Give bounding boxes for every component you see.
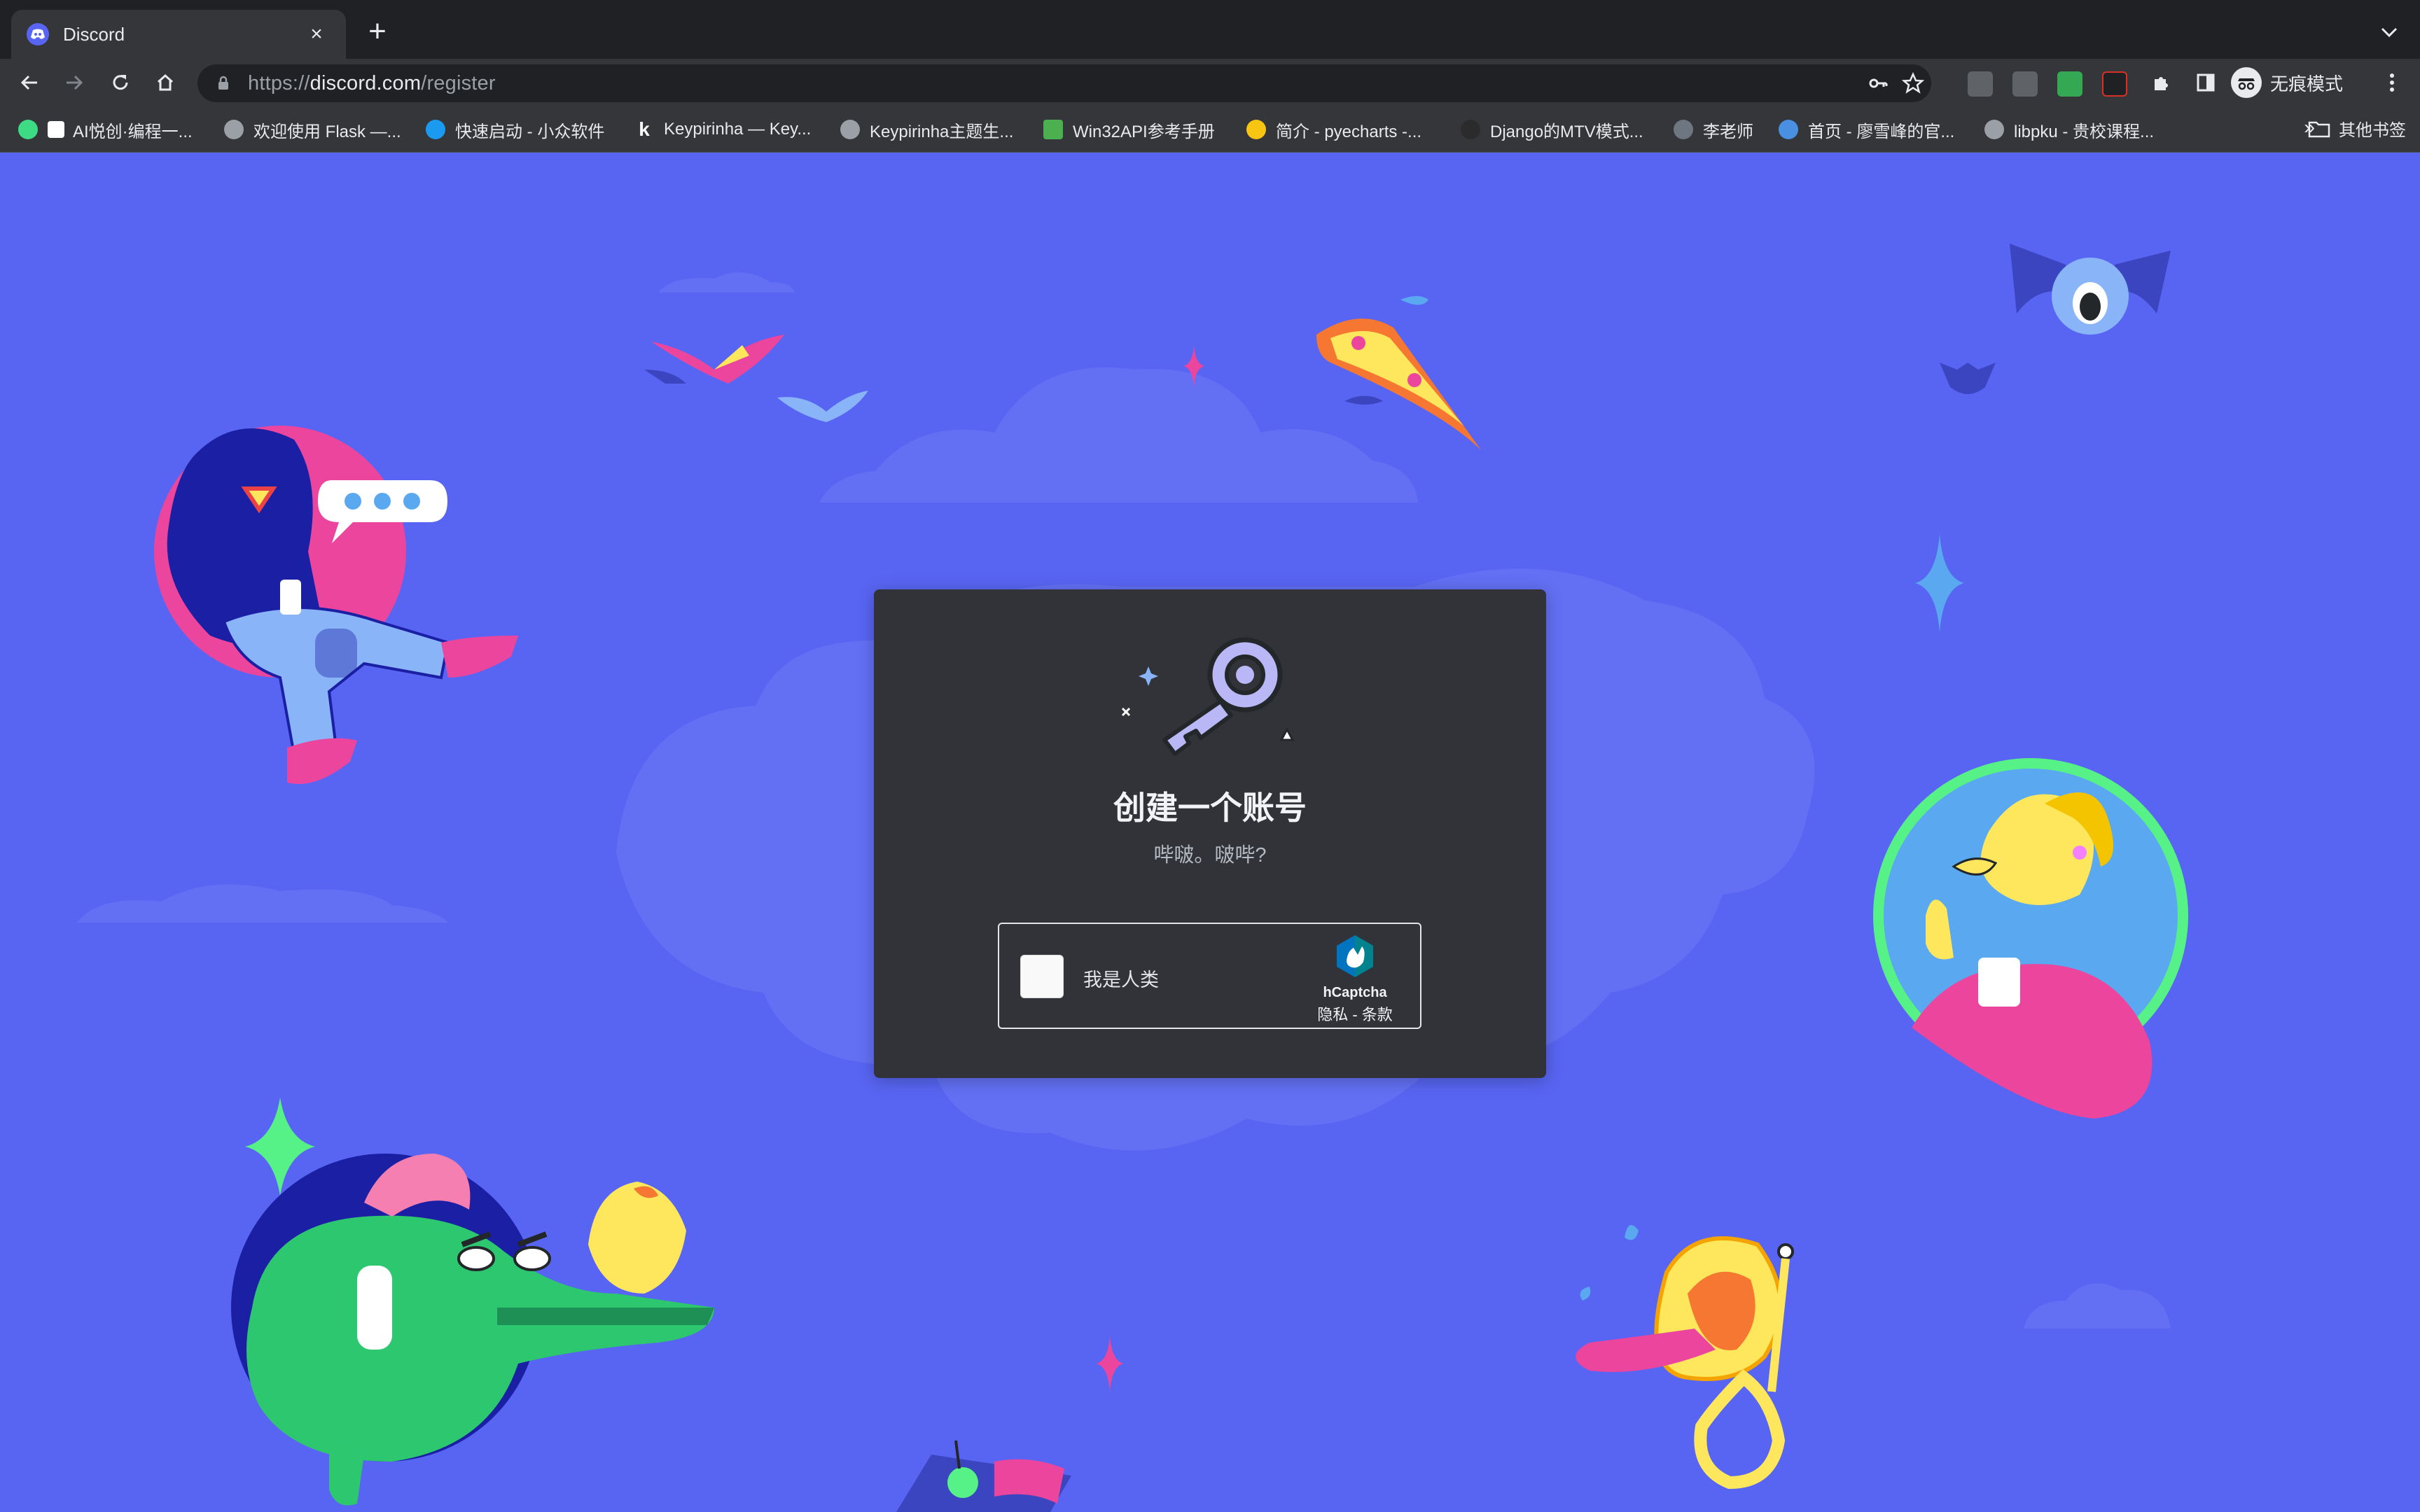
- tab-title: Discord: [63, 23, 125, 45]
- bookmark-item[interactable]: Keypirinha主题生...: [840, 116, 1013, 143]
- extension-camera-icon[interactable]: [2012, 71, 2038, 97]
- page-subtitle: 哔啵。啵哔?: [1153, 844, 1267, 867]
- radio-illustration: [896, 1440, 1071, 1512]
- singing-trumpet-illustration: [1576, 1225, 1794, 1490]
- pyecharts-icon: [1246, 120, 1266, 139]
- new-tab-button[interactable]: +: [360, 14, 395, 49]
- keypirinha-icon: k: [639, 118, 650, 140]
- hcaptcha-branding: hCaptcha 隐私 - 条款: [1302, 934, 1407, 1025]
- password-key-icon[interactable]: [1865, 71, 1891, 96]
- flying-bat-illustration: [2010, 244, 2171, 335]
- bookmark-item[interactable]: libpku - 贵校课程...: [1984, 116, 2154, 143]
- small-bat-icon: [1940, 363, 1996, 394]
- page-title: 创建一个账号: [1113, 790, 1307, 826]
- extension-ninja-icon[interactable]: [2102, 71, 2127, 97]
- bookmark-item[interactable]: AI悦创·编程一...: [18, 116, 193, 143]
- sparkle-icon: [1183, 345, 1204, 387]
- flying-books-illustration: [644, 335, 868, 422]
- hcaptcha-privacy-terms-links[interactable]: 隐私 - 条款: [1302, 1002, 1407, 1025]
- register-card: 创建一个账号 哔啵。啵哔? 我是人类 hCaptcha 隐私 - 条款: [874, 589, 1546, 1078]
- extensions-puzzle-icon[interactable]: [2144, 66, 2178, 99]
- girl-reading-phone-illustration: [154, 426, 518, 784]
- extension-on-icon[interactable]: [2057, 71, 2082, 97]
- bookmark-item[interactable]: k Keypirinha — Key...: [634, 116, 811, 143]
- sparkle-icon: [1915, 534, 1964, 632]
- folder-icon: [2308, 121, 2330, 137]
- globe-icon: [224, 120, 244, 139]
- browser-toolbar: https://discord.com/register 无痕模式: [0, 59, 2420, 106]
- key-icon: [1121, 637, 1295, 756]
- incognito-indicator[interactable]: 无痕模式: [2231, 67, 2343, 98]
- hcaptcha-brand-name: hCaptcha: [1323, 985, 1387, 1000]
- yellow-character-coffee-illustration: [1873, 758, 2188, 1119]
- win32-icon: [1043, 120, 1063, 139]
- browser-menu-icon[interactable]: [2379, 70, 2405, 95]
- paper-plane-icon: [1779, 120, 1798, 139]
- globe-icon: [1984, 120, 2004, 139]
- captcha-checkbox[interactable]: [1020, 955, 1064, 998]
- bookmark-item[interactable]: 简介 - pyecharts -...: [1246, 116, 1421, 143]
- drop-icon: [426, 120, 445, 139]
- sparkle-icon: [1096, 1336, 1124, 1392]
- tab-close-icon[interactable]: ×: [302, 22, 331, 46]
- discord-register-page: 创建一个账号 哔啵。啵哔? 我是人类 hCaptcha 隐私 - 条款: [0, 153, 2420, 1512]
- calendar-favicon-icon: [48, 121, 64, 138]
- back-icon[interactable]: [13, 66, 46, 99]
- incognito-label: 无痕模式: [2270, 73, 2344, 94]
- speech-bubble-illustration: [318, 480, 447, 543]
- tab-strip: Discord × +: [0, 0, 2420, 59]
- discord-favicon-icon: [27, 23, 49, 46]
- tab-search-chevron-icon[interactable]: [2375, 18, 2403, 46]
- globe-icon: [840, 120, 860, 139]
- address-bar[interactable]: https://discord.com/register: [197, 64, 1931, 102]
- side-panel-icon[interactable]: [2189, 66, 2223, 99]
- extension-glasses-icon[interactable]: [1968, 71, 1993, 97]
- github-icon: [1674, 120, 1693, 139]
- hcaptcha-widget: 我是人类 hCaptcha 隐私 - 条款: [998, 923, 1421, 1029]
- captcha-checkbox-label: 我是人类: [1083, 969, 1159, 990]
- bookmark-item[interactable]: 首页 - 廖雪峰的官...: [1779, 116, 1954, 143]
- url-text: https://discord.com/register: [248, 71, 496, 94]
- home-icon[interactable]: [148, 66, 182, 99]
- bookmark-item[interactable]: 欢迎使用 Flask —...: [224, 116, 401, 143]
- other-bookmarks[interactable]: 其他书签: [2308, 116, 2406, 141]
- bookmark-favicon-icon: [18, 120, 38, 139]
- bookmark-star-icon[interactable]: [1900, 71, 1926, 96]
- django-icon: [1461, 120, 1480, 139]
- bookmarks-bar: AI悦创·编程一... 欢迎使用 Flask —... 快速启动 - 小众软件 …: [0, 106, 2420, 153]
- hcaptcha-logo-icon: [1337, 935, 1373, 977]
- forward-icon[interactable]: [57, 66, 91, 99]
- reload-icon[interactable]: [104, 66, 137, 99]
- lock-icon: [218, 76, 228, 90]
- tab-discord[interactable]: Discord ×: [11, 10, 346, 59]
- pizza-slice-illustration: [1316, 296, 1481, 450]
- green-dragon-headphones-illustration: [231, 1098, 714, 1506]
- bookmark-item[interactable]: 快速启动 - 小众软件: [426, 116, 604, 143]
- bookmark-item[interactable]: Win32API参考手册: [1043, 116, 1215, 143]
- bookmark-item[interactable]: Django的MTV模式...: [1461, 116, 1643, 143]
- incognito-icon: [2231, 67, 2262, 98]
- bookmark-item[interactable]: 李老师: [1674, 116, 1753, 143]
